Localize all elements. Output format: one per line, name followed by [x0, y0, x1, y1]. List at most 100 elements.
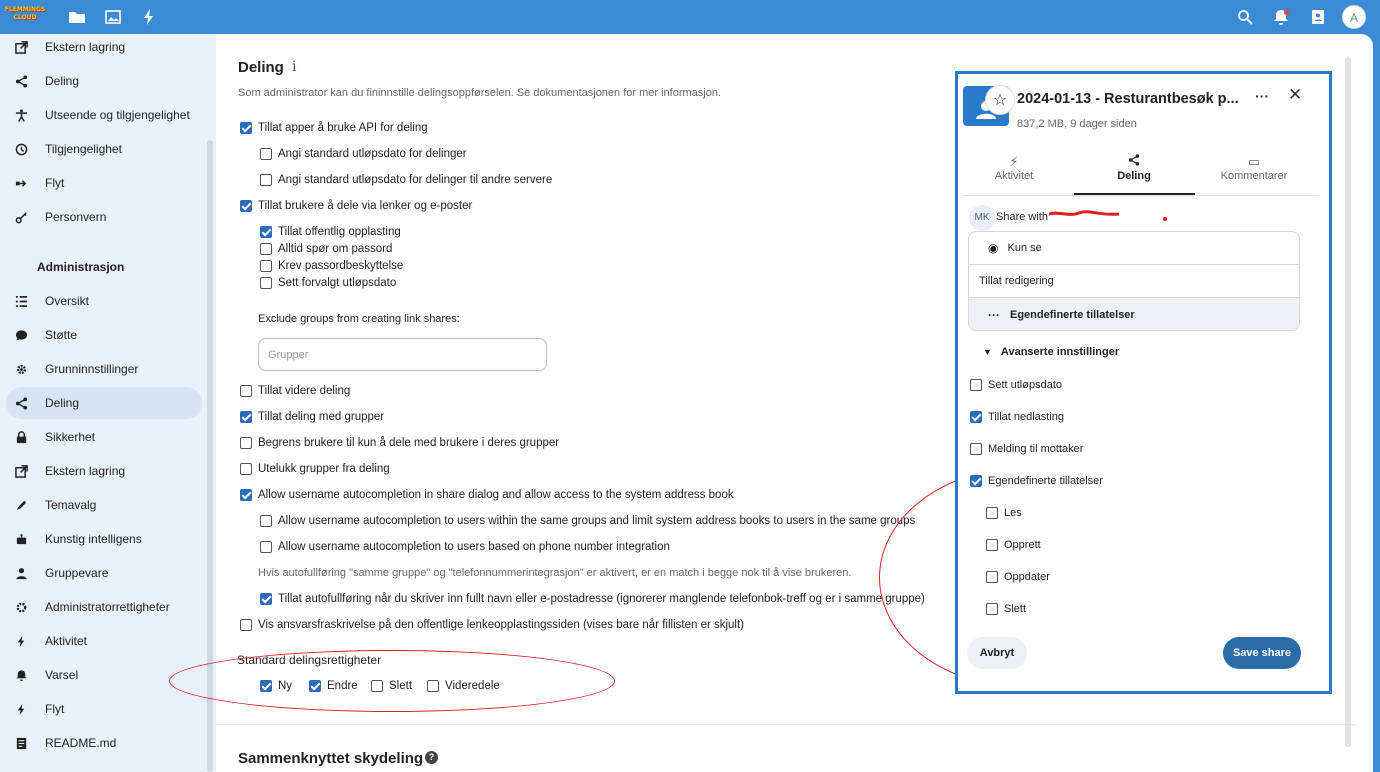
tab-kommentarer[interactable]: ▭ Kommentarer: [1194, 154, 1314, 182]
contacts-icon[interactable]: [1309, 8, 1327, 26]
image-icon[interactable]: [104, 8, 122, 26]
search-icon[interactable]: [1236, 8, 1254, 26]
help-icon[interactable]: ?: [425, 751, 438, 764]
folder-icon[interactable]: [68, 8, 86, 26]
custom-perm-update[interactable]: Oppdater: [986, 571, 1050, 583]
checkbox[interactable]: [260, 277, 272, 289]
info-icon[interactable]: i: [292, 59, 296, 75]
sidebar-item-administratorrettigheter[interactable]: Administratorrettigheter: [6, 591, 202, 623]
sidebar-item-tilgjengelighet[interactable]: Tilgjengelighet: [6, 133, 202, 165]
custom-perm-create[interactable]: Opprett: [986, 539, 1041, 551]
sidebar-item-flyt[interactable]: Flyt: [6, 167, 202, 199]
option-require-password[interactable]: Krev passordbeskyttelse: [260, 260, 403, 272]
checkbox[interactable]: [986, 539, 998, 551]
option-default-link-expiry[interactable]: Sett forvalgt utløpsdato: [260, 277, 396, 289]
sidebar-item-oversikt[interactable]: Oversikt: [6, 285, 202, 317]
custom-perm-delete[interactable]: Slett: [986, 603, 1026, 615]
sidebar-item-label: Grunninnstillinger: [45, 362, 139, 376]
permission-option-edit[interactable]: Tillat redigering: [969, 265, 1299, 298]
custom-perm-read[interactable]: Les: [986, 507, 1022, 519]
checkbox[interactable]: [260, 593, 272, 605]
checkbox[interactable]: [260, 243, 272, 255]
option-set-expiry[interactable]: Sett utløpsdato: [970, 379, 1062, 391]
groups-select[interactable]: Grupper: [258, 338, 547, 371]
sidebar-item-stotte[interactable]: Støtte: [6, 319, 202, 351]
sidebar-item-label: Aktivitet: [45, 634, 88, 648]
sidebar-item-sikkerhet[interactable]: Sikkerhet: [6, 421, 202, 453]
main-scrollbar[interactable]: [1345, 57, 1351, 747]
option-disclaimer[interactable]: Vis ansvarsfraskrivelse på den offentlig…: [240, 619, 744, 631]
option-allow-download[interactable]: Tillat nedlasting: [970, 411, 1064, 423]
option-autocomplete-groups[interactable]: Allow username autocompletion to users w…: [260, 515, 915, 527]
option-allow-links[interactable]: Tillat brukere å dele via lenker og e-po…: [240, 200, 472, 212]
option-autocomplete-fullname[interactable]: Tillat autofullføring når du skriver inn…: [260, 593, 925, 605]
sidebar-item-ekstern-lagring[interactable]: Ekstern lagring: [6, 34, 202, 63]
option-autocomplete-phone[interactable]: Allow username autocompletion to users b…: [260, 541, 670, 553]
checkbox[interactable]: [240, 385, 252, 397]
option-note-to-recipient[interactable]: Melding til mottaker: [970, 443, 1083, 455]
checkbox[interactable]: [986, 571, 998, 583]
option-allow-api[interactable]: Tillat apper å bruke API for deling: [240, 122, 428, 134]
checkbox[interactable]: [970, 411, 982, 423]
sidebar-item-flyt-admin[interactable]: Flyt: [6, 693, 202, 725]
tab-deling[interactable]: Deling: [1074, 154, 1194, 182]
checkbox[interactable]: [970, 379, 982, 391]
sidebar-item-personvern[interactable]: Personvern: [6, 201, 202, 233]
advanced-settings-toggle[interactable]: ▼ Avanserte innstillinger: [983, 346, 1119, 358]
favorite-star-icon[interactable]: ☆: [985, 85, 1015, 115]
option-default-expiry-remote[interactable]: Angi standard utløpsdato for delinger ti…: [260, 174, 552, 186]
checkbox[interactable]: [260, 226, 272, 238]
checkbox[interactable]: [260, 260, 272, 272]
groupware-icon: [14, 566, 28, 580]
checkbox[interactable]: [970, 475, 982, 487]
sidebar-item-readme[interactable]: README.md: [6, 727, 202, 759]
option-ask-password[interactable]: Alltid spør om passord: [260, 243, 392, 255]
bell-icon: [14, 668, 28, 682]
option-default-expiry[interactable]: Angi standard utløpsdato for delinger: [260, 148, 467, 160]
checkbox[interactable]: [260, 148, 272, 160]
tab-aktivitet[interactable]: ⚡ Aktivitet: [954, 154, 1074, 182]
option-group-sharing[interactable]: Tillat deling med grupper: [240, 411, 384, 423]
checkbox[interactable]: [240, 411, 252, 423]
checkbox[interactable]: [240, 489, 252, 501]
checkbox[interactable]: [240, 122, 252, 134]
share-icon: [1074, 154, 1194, 170]
checkbox[interactable]: [260, 541, 272, 553]
accessibility-icon: [14, 108, 28, 122]
option-restrict-groups[interactable]: Begrens brukere til kun å dele med bruke…: [240, 437, 559, 449]
cancel-button[interactable]: Avbryt: [967, 637, 1027, 669]
option-resharing[interactable]: Tillat videre deling: [240, 385, 350, 397]
checkbox[interactable]: [240, 200, 252, 212]
checkbox[interactable]: [240, 463, 252, 475]
checkbox[interactable]: [986, 603, 998, 615]
checkbox[interactable]: [240, 437, 252, 449]
sidebar-item-kunstig-intelligens[interactable]: Kunstig intelligens: [6, 523, 202, 555]
sidebar-item-deling-user[interactable]: Deling: [6, 65, 202, 97]
checkbox[interactable]: [240, 619, 252, 631]
checkbox[interactable]: [986, 507, 998, 519]
external-icon: [14, 40, 28, 54]
sidebar-item-gruppevare[interactable]: Gruppevare: [6, 557, 202, 589]
sidebar-item-aktivitet[interactable]: Aktivitet: [6, 625, 202, 657]
checkbox[interactable]: [260, 174, 272, 186]
save-share-button[interactable]: Save share: [1223, 637, 1301, 669]
sidebar-item-temavalg[interactable]: Temavalg: [6, 489, 202, 521]
sidebar-item-deling[interactable]: Deling: [6, 387, 202, 419]
sidebar-item-grunninnstillinger[interactable]: Grunninnstillinger: [6, 353, 202, 385]
checkbox[interactable]: [970, 443, 982, 455]
permission-option-view-only[interactable]: ◉ Kun se: [969, 232, 1299, 265]
option-public-upload[interactable]: Tillat offentlig opplasting: [260, 226, 401, 238]
option-autocomplete[interactable]: Allow username autocompletion in share d…: [240, 489, 734, 501]
close-icon[interactable]: ✕: [1288, 85, 1302, 105]
app-logo[interactable]: FLEMMINGS CLOUD: [4, 6, 46, 26]
user-avatar[interactable]: A: [1342, 5, 1366, 29]
more-actions-icon[interactable]: ···: [1255, 88, 1269, 104]
option-custom-permissions[interactable]: Egendefinerte tillatelser: [970, 475, 1103, 487]
permission-option-custom[interactable]: ··· Egendefinerte tillatelser: [969, 298, 1299, 330]
sidebar-item-utseende[interactable]: Utseende og tilgjengelighet: [6, 99, 202, 131]
option-exclude-groups[interactable]: Utelukk grupper fra deling: [240, 463, 390, 475]
lightning-icon[interactable]: [140, 8, 158, 26]
sidebar-item-ekstern-lagring-admin[interactable]: Ekstern lagring: [6, 455, 202, 487]
sidebar-item-label: Flyt: [45, 702, 65, 716]
checkbox[interactable]: [260, 515, 272, 527]
